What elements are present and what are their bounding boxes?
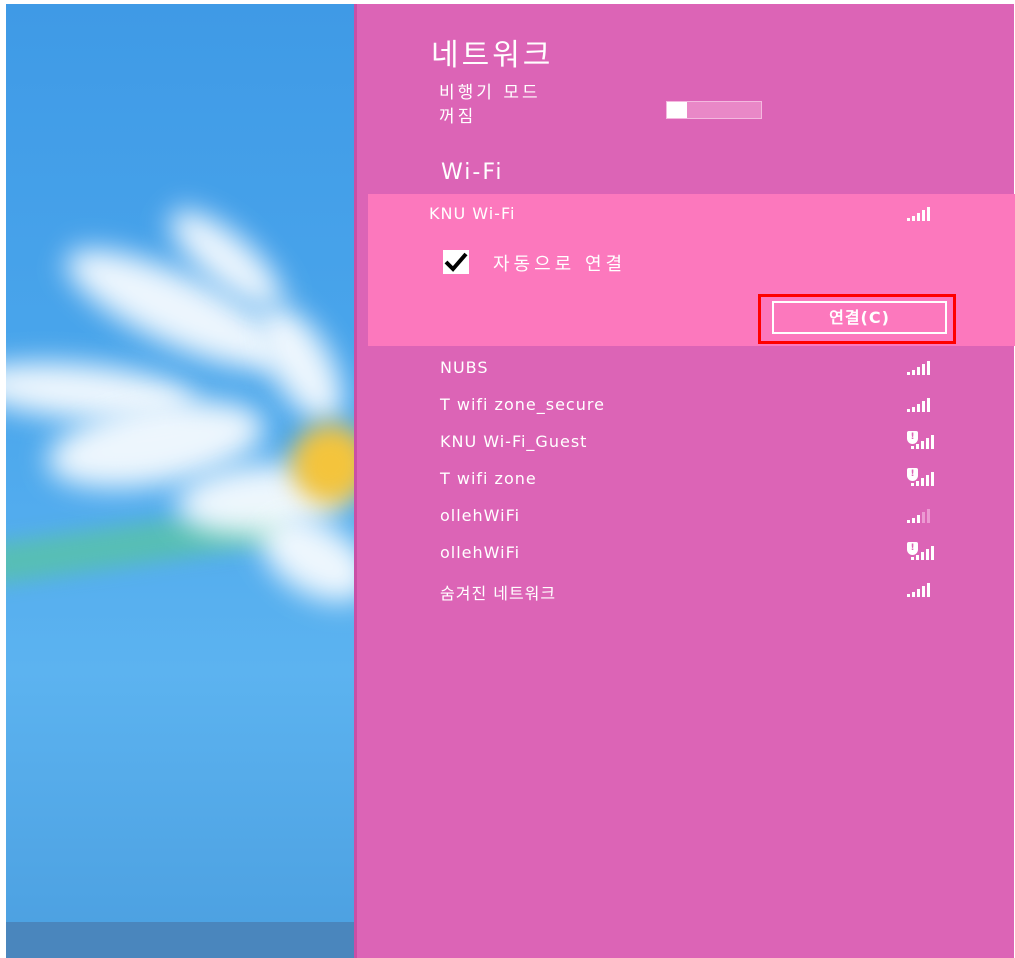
- network-name: T wifi zone_secure: [440, 395, 605, 414]
- signal-unsecured-icon: !: [907, 431, 939, 449]
- network-row[interactable]: KNU Wi-Fi_Guest!: [357, 426, 1015, 460]
- signal-icon: [907, 581, 939, 597]
- signal-full-icon: [907, 205, 939, 221]
- network-row[interactable]: T wifi zone!: [357, 463, 1015, 497]
- warning-shield-icon: !: [907, 542, 918, 555]
- warning-shield-icon: !: [907, 468, 918, 481]
- checkmark-icon: [444, 252, 468, 272]
- network-name: 숨겨진 네트워크: [440, 584, 557, 603]
- network-name: KNU Wi-Fi_Guest: [440, 432, 588, 451]
- network-name: ollehWiFi: [440, 543, 521, 562]
- wifi-heading: Wi-Fi: [441, 160, 504, 185]
- taskbar[interactable]: [6, 922, 354, 958]
- auto-connect-label: 자동으로 연결: [493, 254, 627, 275]
- network-name: T wifi zone: [440, 469, 537, 488]
- panel-title: 네트워크: [431, 38, 554, 73]
- selected-network-name: KNU Wi-Fi: [429, 204, 516, 223]
- signal-unsecured-icon: !: [907, 468, 939, 486]
- network-row[interactable]: 숨겨진 네트워크: [357, 574, 1015, 608]
- desktop-background: [6, 4, 354, 958]
- network-name: ollehWiFi: [440, 506, 521, 525]
- airplane-mode-label: 비행기 모드: [439, 83, 541, 103]
- auto-connect-checkbox[interactable]: [443, 250, 469, 274]
- airplane-mode-toggle[interactable]: [666, 101, 762, 119]
- signal-icon: [907, 396, 939, 412]
- network-panel: 네트워크 비행기 모드 꺼짐 Wi-Fi KNU Wi-Fi 자동으로 연결 연…: [354, 4, 1015, 958]
- signal-unsecured-icon: !: [907, 542, 939, 560]
- network-row[interactable]: NUBS: [357, 352, 1015, 386]
- signal-icon: [907, 507, 939, 523]
- network-row[interactable]: ollehWiFi!: [357, 537, 1015, 571]
- network-row[interactable]: ollehWiFi: [357, 500, 1015, 534]
- signal-icon: [907, 359, 939, 375]
- connect-button[interactable]: 연결(C): [772, 301, 947, 334]
- network-name: NUBS: [440, 358, 489, 377]
- warning-shield-icon: !: [907, 431, 918, 444]
- airplane-mode-state: 꺼짐: [439, 107, 477, 127]
- network-row[interactable]: T wifi zone_secure: [357, 389, 1015, 423]
- toggle-thumb: [667, 102, 687, 118]
